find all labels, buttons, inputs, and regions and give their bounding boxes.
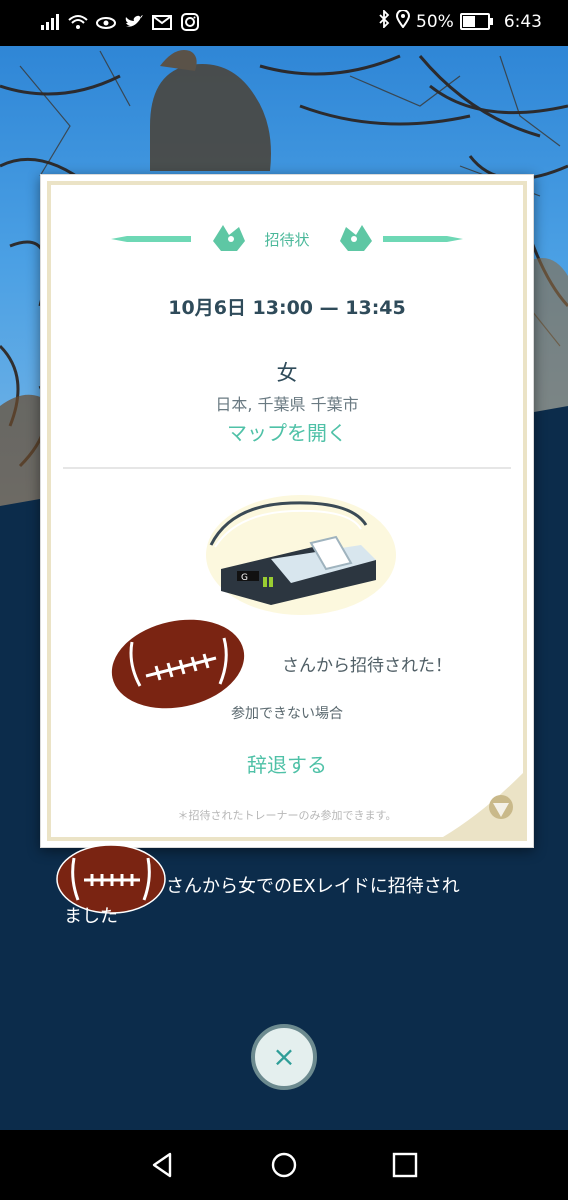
close-button[interactable]: × [251,1024,317,1090]
close-icon: × [272,1040,296,1073]
back-icon[interactable] [148,1150,178,1180]
location-icon [396,9,411,33]
ex-raid-notification: さんから女でのEXレイドに招待され ました [64,872,534,932]
gmail-icon [152,12,172,32]
battery-percent: 50% [416,11,454,32]
raid-date-time: 10月6日 13:00 — 13:45 [168,297,406,319]
invite-title: 招待状 [264,231,310,249]
twitter-icon [124,12,144,32]
open-map-link[interactable]: マップを開く [51,417,523,446]
battery-icon [459,13,493,30]
card-corner-emblem [443,773,523,837]
signal-icon [40,12,60,32]
status-bar: 50% 6:43 [0,0,568,46]
recents-icon[interactable] [390,1150,420,1180]
ex-raid-pass-image: G [201,485,401,615]
raid-invite-card: 招待状 10月6日 13:00 — 13:45 女 日本, 千葉県 千葉市 マッ… [40,174,534,848]
status-left-icons [40,12,200,32]
wifi-icon [68,12,88,32]
eye-icon [96,12,116,32]
home-icon[interactable] [269,1150,299,1180]
android-nav-bar [0,1130,568,1200]
clock: 6:43 [503,11,542,32]
card-divider [63,467,511,469]
svg-text:G: G [241,573,248,583]
gym-location: 日本, 千葉県 千葉市 [215,395,359,414]
notification-line-2: ました [64,906,118,927]
status-right: 50% 6:43 [378,8,542,33]
bluetooth-icon [378,8,390,33]
football-sticker-card [109,617,247,711]
instagram-icon [180,12,200,32]
battery-fill [462,16,475,27]
card-frame: 招待状 10月6日 13:00 — 13:45 女 日本, 千葉県 千葉市 マッ… [47,181,527,841]
notification-line-1: さんから女でのEXレイドに招待され [166,876,460,897]
card-header: 招待状 [51,219,523,259]
gym-name: 女 [276,361,298,385]
